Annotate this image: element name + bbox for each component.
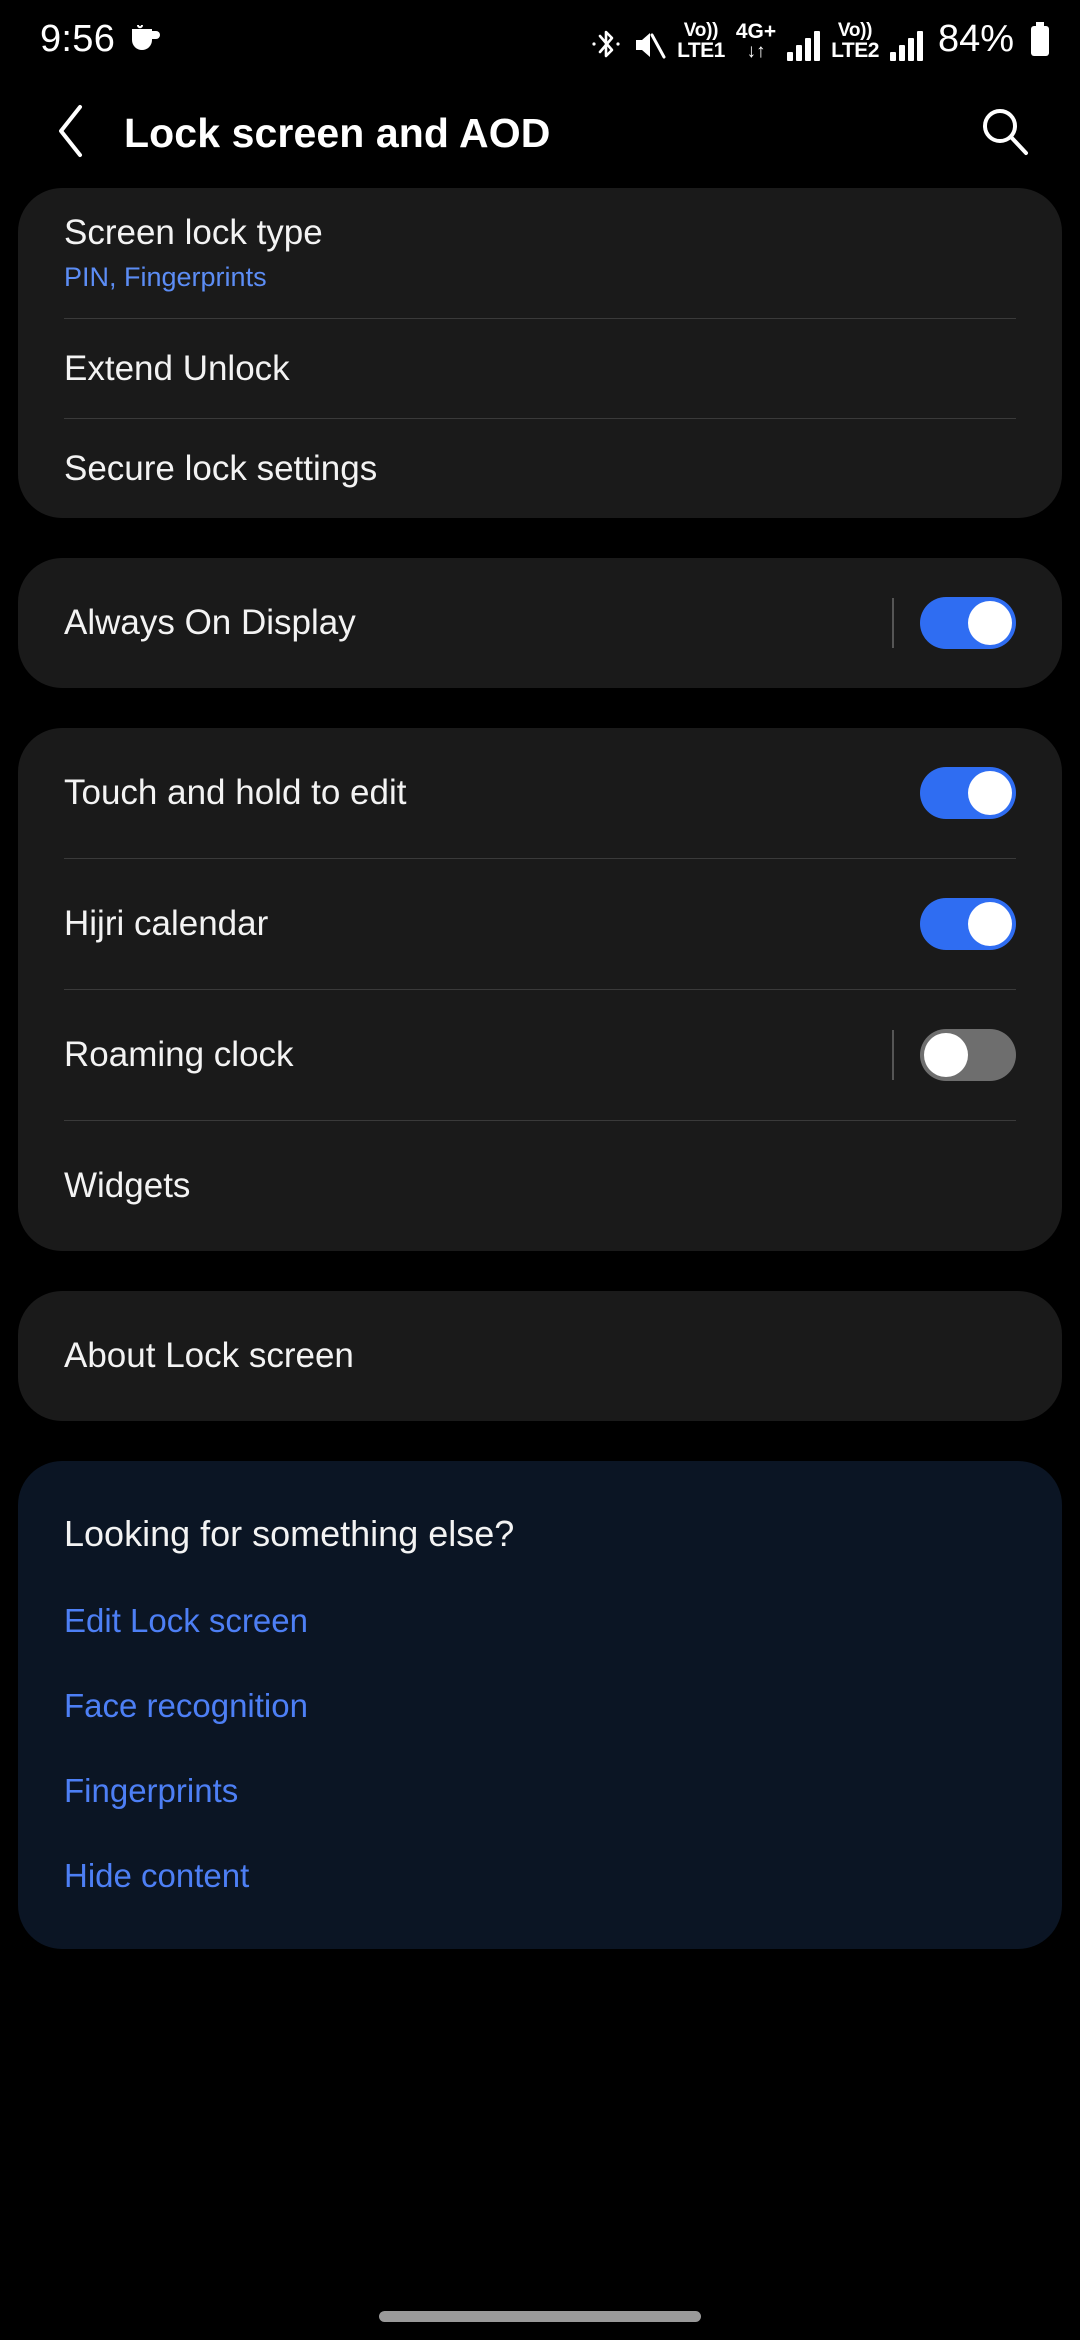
sim1-network-indicator: 4G+ ↓↑ <box>736 21 776 61</box>
gesture-navigation-bar[interactable] <box>379 2311 701 2322</box>
data-activity-arrows-icon: ↓↑ <box>746 40 766 62</box>
sim1-volte-top: Vo)) <box>683 19 719 41</box>
search-icon <box>979 105 1031 162</box>
app-bar: Lock screen and AOD <box>0 78 1080 188</box>
row-text: Extend Unlock <box>64 349 1016 389</box>
setting-label: Secure lock settings <box>64 448 378 488</box>
row-text: Widgets <box>64 1166 1016 1206</box>
switch-container <box>920 898 1016 950</box>
setting-label: Hijri calendar <box>64 904 269 943</box>
roaming-clock-toggle[interactable] <box>920 1029 1016 1081</box>
security-card: Screen lock type PIN, Fingerprints Exten… <box>18 188 1062 518</box>
status-bar: 9:56 Vo)) LTE1 4G+ ↓↑ Vo)) LTE2 84% <box>0 0 1080 78</box>
coffee-cup-icon <box>129 24 163 54</box>
footer-link-face-recognition[interactable]: Face recognition <box>64 1687 1016 1725</box>
page-title: Lock screen and AOD <box>124 109 551 156</box>
setting-row-secure-lock-settings[interactable]: Secure lock settings <box>18 419 1062 518</box>
touch-and-hold-to-edit-toggle[interactable] <box>920 767 1016 819</box>
back-button[interactable] <box>40 102 102 164</box>
footer-link-hide-content[interactable]: Hide content <box>64 1857 1016 1895</box>
settings-content: Screen lock type PIN, Fingerprints Exten… <box>0 188 1080 1949</box>
toggle-knob <box>968 771 1012 815</box>
always-on-display-card: Always On Display <box>18 558 1062 688</box>
setting-label: Screen lock type <box>64 213 323 252</box>
row-text: Always On Display <box>64 603 892 643</box>
setting-label: Extend Unlock <box>64 348 290 388</box>
sim2-signal-bars-icon <box>889 30 923 61</box>
setting-row-widgets[interactable]: Widgets <box>18 1121 1062 1251</box>
row-text: Screen lock type PIN, Fingerprints <box>64 213 1016 293</box>
setting-row-always-on-display[interactable]: Always On Display <box>18 558 1062 688</box>
sim1-network-type: 4G+ <box>735 19 777 43</box>
sim1-volte-bottom: LTE1 <box>677 38 725 62</box>
setting-row-touch-and-hold-to-edit[interactable]: Touch and hold to edit <box>18 728 1062 858</box>
always-on-display-toggle[interactable] <box>920 597 1016 649</box>
row-text: Secure lock settings <box>64 449 1016 489</box>
setting-row-roaming-clock[interactable]: Roaming clock <box>18 990 1062 1120</box>
setting-label: Roaming clock <box>64 1035 294 1074</box>
sim2-volte-indicator: Vo)) LTE2 <box>831 21 879 61</box>
switch-divider <box>892 598 894 648</box>
footer-title: Looking for something else? <box>64 1513 515 1554</box>
setting-row-screen-lock-type[interactable]: Screen lock type PIN, Fingerprints <box>18 188 1062 318</box>
row-text: Roaming clock <box>64 1035 892 1075</box>
row-text: Touch and hold to edit <box>64 773 920 813</box>
toggle-knob <box>924 1033 968 1077</box>
setting-summary: PIN, Fingerprints <box>64 262 267 292</box>
sim1-volte-indicator: Vo)) LTE1 <box>677 21 725 61</box>
setting-label: About Lock screen <box>64 1336 354 1375</box>
status-bar-clock: 9:56 <box>40 17 116 60</box>
search-button[interactable] <box>974 102 1036 164</box>
status-bar-right: Vo)) LTE1 4G+ ↓↑ Vo)) LTE2 84% <box>591 18 1052 61</box>
sim2-volte-bottom: LTE2 <box>831 38 879 62</box>
battery-percentage: 84% <box>937 17 1014 60</box>
hijri-calendar-toggle[interactable] <box>920 898 1016 950</box>
toggle-knob <box>968 601 1012 645</box>
back-chevron-icon <box>54 104 88 163</box>
looking-for-something-else-card: Looking for something else? Edit Lock sc… <box>18 1461 1062 1949</box>
setting-row-hijri-calendar[interactable]: Hijri calendar <box>18 859 1062 989</box>
footer-link-fingerprints[interactable]: Fingerprints <box>64 1772 1016 1810</box>
setting-row-about-lock-screen[interactable]: About Lock screen <box>18 1291 1062 1421</box>
switch-container <box>920 767 1016 819</box>
setting-label: Touch and hold to edit <box>64 773 407 812</box>
switch-container <box>892 597 1016 649</box>
battery-icon <box>1025 21 1052 61</box>
about-lock-screen-card: About Lock screen <box>18 1291 1062 1421</box>
row-text: Hijri calendar <box>64 904 920 944</box>
row-text: About Lock screen <box>64 1336 1016 1376</box>
footer-link-edit-lock-screen[interactable]: Edit Lock screen <box>64 1602 1016 1640</box>
switch-container <box>892 1029 1016 1081</box>
lock-screen-options-card: Touch and hold to edit Hijri calendar Ro <box>18 728 1062 1251</box>
volume-mute-icon <box>632 29 666 61</box>
bluetooth-icon <box>591 27 621 61</box>
switch-divider <box>892 1030 894 1080</box>
setting-label: Widgets <box>64 1166 191 1205</box>
setting-label: Always On Display <box>64 603 356 642</box>
toggle-knob <box>968 902 1012 946</box>
setting-row-extend-unlock[interactable]: Extend Unlock <box>18 319 1062 418</box>
sim1-signal-bars-icon <box>787 30 821 61</box>
status-bar-left: 9:56 <box>40 18 163 61</box>
sim2-volte-top: Vo)) <box>837 19 873 41</box>
